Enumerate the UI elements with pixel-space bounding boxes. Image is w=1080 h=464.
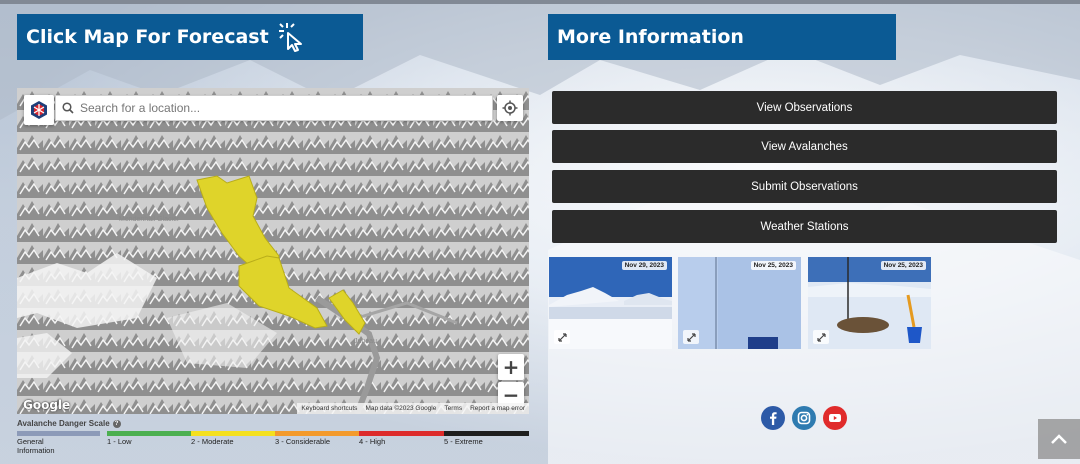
forecast-header: Click Map For Forecast [17, 14, 363, 60]
scale-bar-low [107, 431, 191, 436]
map-place-label: Juneau [354, 338, 377, 345]
observation-photo[interactable]: Nov 25, 2023 [678, 257, 801, 349]
scale-bar-considerable [275, 431, 359, 436]
observation-photo[interactable]: Nov 29, 2023 [549, 257, 672, 349]
expand-icon[interactable] [813, 330, 829, 344]
more-info-header-title: More Information [557, 26, 744, 48]
back-to-top-button[interactable] [1038, 419, 1080, 459]
photo-date: Nov 29, 2023 [621, 261, 667, 270]
photo-date: Nov 25, 2023 [880, 261, 926, 270]
search-input[interactable] [80, 101, 480, 115]
chevron-up-icon [1051, 434, 1067, 444]
instagram-icon [792, 406, 816, 430]
scale-label-considerable: 3 - Considerable [275, 437, 331, 446]
google-logo: Google [23, 398, 71, 412]
expand-icon[interactable] [554, 330, 570, 344]
photo-date: Nov 25, 2023 [750, 261, 796, 270]
scale-label-high: 4 - High [359, 437, 386, 446]
map-data-text: Map data ©2023 Google [365, 405, 437, 412]
keyboard-shortcuts-link[interactable]: Keyboard shortcuts [301, 405, 357, 412]
submit-observations-button[interactable]: Submit Observations [552, 170, 1057, 203]
report-map-error-link[interactable]: Report a map error [470, 405, 525, 412]
scale-bar-general [17, 431, 100, 436]
weather-stations-button[interactable]: Weather Stations [552, 210, 1057, 243]
click-cursor-icon [278, 23, 302, 52]
danger-scale-title-text: Avalanche Danger Scale [17, 419, 110, 428]
crosshair-icon [502, 100, 518, 116]
forecast-header-title: Click Map For Forecast [26, 26, 269, 48]
help-icon[interactable]: ? [112, 419, 121, 428]
view-observations-button[interactable]: View Observations [552, 91, 1057, 124]
map-attribution: Keyboard shortcuts Map data ©2023 Google… [297, 403, 529, 414]
scale-bar-moderate [191, 431, 275, 436]
scale-bar-high [359, 431, 444, 436]
avalanche-center-logo[interactable] [24, 95, 54, 125]
expand-icon[interactable] [683, 330, 699, 344]
instagram-link[interactable] [792, 406, 816, 430]
top-strip [0, 0, 1080, 4]
terrain-layer[interactable] [17, 88, 529, 414]
scale-label-extreme: 5 - Extreme [444, 437, 483, 446]
scale-bar-extreme [444, 431, 529, 436]
snowflake-logo-icon [31, 101, 47, 119]
search-icon [62, 102, 74, 114]
map-place-label: Mendenhall Glacier [119, 216, 180, 223]
scale-label-moderate: 2 - Moderate [191, 437, 234, 446]
scale-label-low: 1 - Low [107, 437, 132, 446]
observation-photo[interactable]: Nov 25, 2023 [808, 257, 931, 349]
more-info-header: More Information [548, 14, 896, 60]
zoom-in-button[interactable]: + [498, 354, 524, 380]
youtube-icon [823, 406, 847, 430]
facebook-link[interactable] [761, 406, 785, 430]
danger-scale-title: Avalanche Danger Scale ? [17, 419, 121, 428]
scale-label-general: General Information [17, 437, 55, 455]
view-avalanches-button[interactable]: View Avalanches [552, 130, 1057, 163]
forecast-map[interactable]: Juneau Mendenhall Glacier + − Google [17, 88, 529, 414]
terms-link[interactable]: Terms [444, 405, 462, 412]
my-location-button[interactable] [497, 95, 523, 121]
youtube-link[interactable] [823, 406, 847, 430]
facebook-icon [761, 406, 785, 430]
location-search[interactable] [55, 95, 493, 121]
